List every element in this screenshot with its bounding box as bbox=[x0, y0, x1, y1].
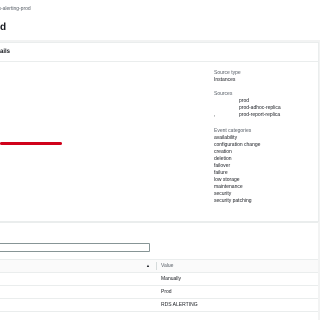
tag-value: Manually bbox=[161, 276, 182, 282]
tags-panel: ▲ Value Manually Prod RDS ALERTING bbox=[0, 222, 318, 320]
event-category: deletion bbox=[214, 156, 232, 162]
source-name: prod-report-replica bbox=[239, 112, 281, 118]
event-categories-label: Event categories bbox=[214, 128, 252, 134]
event-category: failover bbox=[214, 163, 231, 169]
event-category: creation bbox=[214, 149, 232, 155]
details-section-title: ails bbox=[0, 43, 318, 62]
source-item[interactable]: , prod-report-replica bbox=[214, 112, 281, 119]
source-type-field: Source type Instances bbox=[214, 70, 241, 84]
search-input[interactable] bbox=[0, 243, 150, 252]
source-type-label: Source type bbox=[214, 70, 241, 76]
sort-ascending-icon[interactable]: ▲ bbox=[146, 260, 150, 272]
table-row: RDS ALERTING bbox=[0, 299, 318, 312]
column-divider bbox=[156, 262, 157, 270]
breadcrumb: rds-alerting-prod bbox=[0, 0, 320, 19]
source-type-value: Instances bbox=[214, 77, 236, 83]
event-categories-field: Event categories availability configurat… bbox=[214, 128, 260, 205]
tag-value: Prod bbox=[161, 289, 172, 295]
redaction-mark bbox=[0, 142, 62, 145]
event-category: availability bbox=[214, 135, 238, 141]
breadcrumb-current: rds-alerting-prod bbox=[0, 6, 31, 12]
event-category: maintenance bbox=[214, 184, 243, 190]
column-header-value[interactable]: Value bbox=[161, 260, 173, 272]
tag-value: RDS ALERTING bbox=[161, 302, 198, 308]
event-category: configuration change bbox=[214, 142, 261, 148]
table-header: ▲ Value bbox=[0, 259, 318, 273]
source-item[interactable]: prod-adhoc-replica bbox=[214, 105, 281, 112]
page: rds-alerting-prod d ails Source type Ins… bbox=[0, 0, 320, 320]
table-row: Manually bbox=[0, 273, 318, 286]
sources-label: Sources bbox=[214, 91, 233, 97]
source-marker: , bbox=[214, 112, 216, 118]
source-item[interactable]: prod bbox=[214, 98, 281, 105]
tags-table: ▲ Value Manually Prod RDS ALERTING bbox=[0, 259, 318, 312]
page-header: d bbox=[0, 18, 320, 40]
details-panel: ails Source type Instances Sources prod … bbox=[0, 42, 319, 222]
page-title: d bbox=[0, 22, 7, 33]
event-category: security patching bbox=[214, 198, 252, 204]
event-category: low storage bbox=[214, 177, 240, 183]
table-row: Prod bbox=[0, 286, 318, 299]
event-category: failure bbox=[214, 170, 228, 176]
sources-field: Sources prod prod-adhoc-replica , prod-r… bbox=[214, 91, 281, 119]
source-name: prod-adhoc-replica bbox=[239, 105, 281, 111]
event-category: security bbox=[214, 191, 232, 197]
source-name: prod bbox=[239, 98, 250, 104]
